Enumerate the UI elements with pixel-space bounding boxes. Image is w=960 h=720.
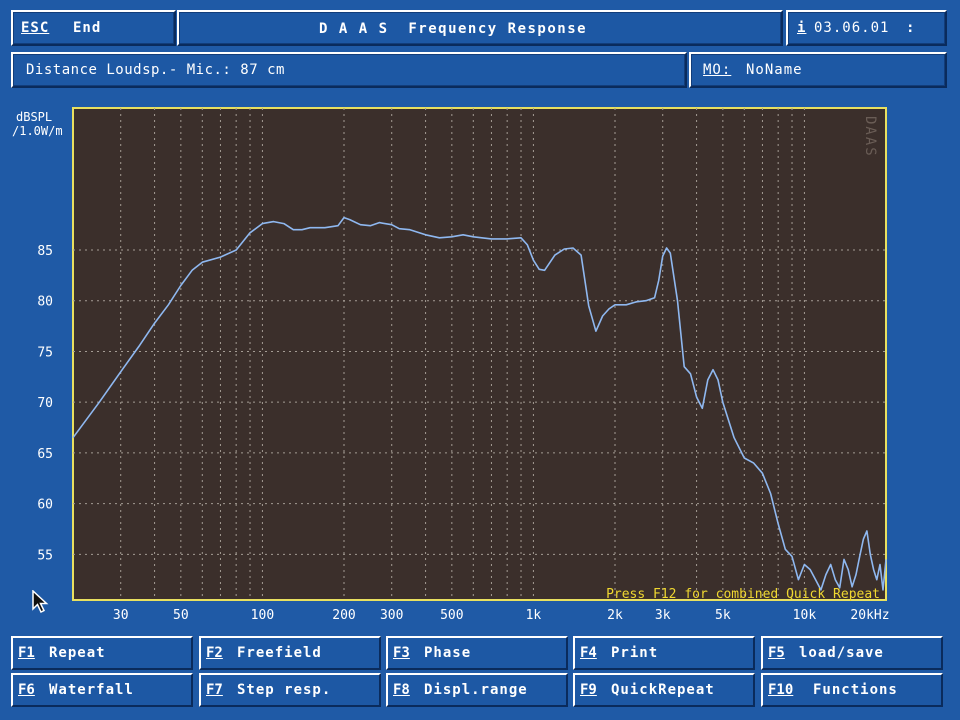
x-tick-label: 300 xyxy=(380,608,403,623)
fkey-key-label: F10 xyxy=(768,682,794,698)
x-tick-label: 20kHz xyxy=(850,608,889,623)
y-tick-label: 55 xyxy=(37,548,53,563)
page-title: D A A S Frequency Response xyxy=(319,21,588,37)
x-tick-label: 1k xyxy=(526,608,542,623)
fkey-action-label: Waterfall xyxy=(49,682,134,698)
fkey-f9-button[interactable]: F9 QuickRepeat xyxy=(573,673,755,707)
fkey-key-label: F7 xyxy=(206,682,223,698)
info-date-button[interactable]: i 03.06.01 : xyxy=(786,10,947,46)
fkey-key-label: F4 xyxy=(580,645,597,661)
fkey-action-label: Print xyxy=(611,645,659,661)
fkey-f2-button[interactable]: F2 Freefield xyxy=(199,636,381,670)
fkey-key-label: F3 xyxy=(393,645,410,661)
x-tick-label: 3k xyxy=(655,608,671,623)
fkey-action-label: Repeat xyxy=(49,645,106,661)
info-key-label: i xyxy=(797,20,807,36)
x-tick-label: 500 xyxy=(440,608,463,623)
fkey-key-label: F9 xyxy=(580,682,597,698)
y-tick-labels: 55 60 65 70 75 80 85 xyxy=(37,244,53,563)
x-tick-label: 10k xyxy=(793,608,817,623)
fkey-action-label: Functions xyxy=(813,682,898,698)
x-tick-label: 30 xyxy=(113,608,129,623)
fkey-key-label: F8 xyxy=(393,682,410,698)
x-tick-labels: 30 50 100 200 300 500 1k 2k 3k 5k 10k 20kHz xyxy=(113,608,890,623)
x-tick-label: 50 xyxy=(173,608,189,623)
fkey-action-label: load/save xyxy=(799,645,884,661)
fkey-action-label: Freefield xyxy=(237,645,322,661)
fkey-key-label: F6 xyxy=(18,682,35,698)
fkey-action-label: Displ.range xyxy=(424,682,528,698)
plot-area xyxy=(72,107,887,601)
fkey-action-label: Step resp. xyxy=(237,682,332,698)
fkey-f10-button[interactable]: F10 Functions xyxy=(761,673,943,707)
esc-end-button[interactable]: ESC End xyxy=(11,10,176,46)
distance-panel: Distance Loudsp.- Mic.: 87 cm xyxy=(11,52,687,88)
fkey-f6-button[interactable]: F6 Waterfall xyxy=(11,673,193,707)
x-tick-label: 100 xyxy=(251,608,274,623)
watermark-logo: DAAS xyxy=(862,116,878,158)
y-tick-label: 85 xyxy=(37,244,53,259)
fkey-f5-button[interactable]: F5 load/save xyxy=(761,636,943,670)
x-tick-label: 200 xyxy=(332,608,355,623)
x-tick-label: 2k xyxy=(607,608,623,623)
y-tick-label: 75 xyxy=(37,345,53,360)
microphone-button[interactable]: MO: NoName xyxy=(689,52,947,88)
fkey-f3-button[interactable]: F3 Phase xyxy=(386,636,568,670)
fkey-key-label: F5 xyxy=(768,645,785,661)
fkey-f1-button[interactable]: F1 Repeat xyxy=(11,636,193,670)
y-axis-label-line1: dBSPL xyxy=(16,110,52,124)
distance-label: Distance Loudsp.- Mic.: 87 cm xyxy=(26,62,285,78)
mic-key-label: MO: xyxy=(703,62,732,78)
chart-note: Press F12 for combined Quick Repeat xyxy=(606,587,880,602)
date-suffix: : xyxy=(906,20,916,36)
fkey-action-label: Phase xyxy=(424,645,472,661)
fkey-f7-button[interactable]: F7 Step resp. xyxy=(199,673,381,707)
date-label: 03.06.01 xyxy=(814,20,890,36)
y-tick-label: 80 xyxy=(37,295,53,310)
y-axis-label-line2: /1.0W/m xyxy=(12,124,63,138)
fkey-key-label: F2 xyxy=(206,645,223,661)
y-tick-label: 65 xyxy=(37,447,53,462)
mic-name: NoName xyxy=(746,62,803,78)
mouse-pointer-icon xyxy=(32,590,49,614)
esc-key-label: ESC xyxy=(21,20,50,36)
x-tick-label: 5k xyxy=(715,608,731,623)
end-label: End xyxy=(73,20,102,36)
y-tick-label: 70 xyxy=(37,396,53,411)
frequency-response-chart: dBSPL /1.0W/m 55606570758085 30 50 100 200 3… xyxy=(12,107,890,623)
fkey-f8-button[interactable]: F8 Displ.range xyxy=(386,673,568,707)
fkey-action-label: QuickRepeat xyxy=(611,682,715,698)
fkey-f4-button[interactable]: F4 Print xyxy=(573,636,755,670)
fkey-key-label: F1 xyxy=(18,645,35,661)
y-tick-label: 60 xyxy=(37,498,53,513)
title-panel: D A A S Frequency Response xyxy=(177,10,783,46)
